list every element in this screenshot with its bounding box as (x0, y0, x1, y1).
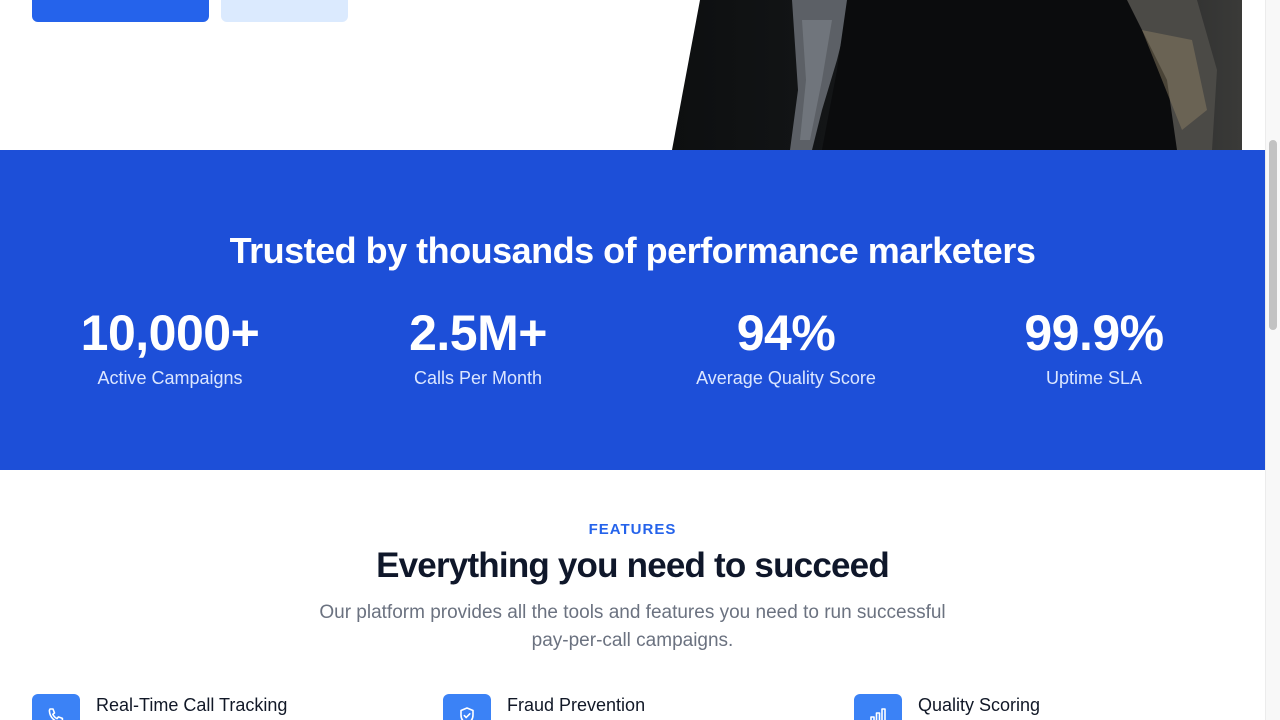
scrollbar-thumb[interactable] (1269, 140, 1277, 330)
bar-chart-icon (854, 694, 902, 720)
stat-quality-score: 94% Average Quality Score (636, 308, 936, 389)
stat-label: Calls Per Month (413, 368, 543, 388)
stat-value: 10,000+ (80, 305, 260, 361)
phone-icon (32, 694, 80, 720)
features-subtitle-line-2: pay-per-call campaigns. (531, 630, 734, 651)
stat-value: 2.5M+ (409, 305, 547, 361)
stat-label: Active Campaigns (97, 368, 243, 388)
features-heading: Everything you need to succeed (376, 546, 890, 585)
features-subtitle-line-1: Our platform provides all the tools and … (319, 602, 946, 623)
feature-title: Fraud Prevention (507, 695, 646, 715)
stat-value: 99.9% (1024, 305, 1164, 361)
stats-heading: Trusted by thousands of performance mark… (229, 230, 1036, 271)
feature-title: Quality Scoring (918, 695, 1041, 715)
features-eyebrow: FEATURES (588, 521, 677, 538)
hero-primary-button[interactable] (32, 0, 209, 22)
stat-active-campaigns: 10,000+ Active Campaigns (20, 308, 320, 389)
feature-title: Real-Time Call Tracking (96, 695, 288, 715)
shield-check-icon (443, 694, 491, 720)
stats-section: Trusted by thousands of performance mark… (0, 150, 1265, 470)
stat-label: Uptime SLA (1045, 368, 1143, 388)
hero-section (0, 0, 1265, 150)
hero-photo (672, 0, 1242, 150)
page-scrollbar[interactable] (1265, 0, 1280, 720)
stat-value: 94% (736, 305, 836, 361)
features-subtitle: Our platform provides all the tools and … (300, 599, 965, 655)
stat-label: Average Quality Score (696, 368, 876, 388)
stat-calls-per-month: 2.5M+ Calls Per Month (328, 308, 628, 389)
hero-secondary-button[interactable] (221, 0, 348, 22)
stat-uptime-sla: 99.9% Uptime SLA (944, 308, 1244, 389)
